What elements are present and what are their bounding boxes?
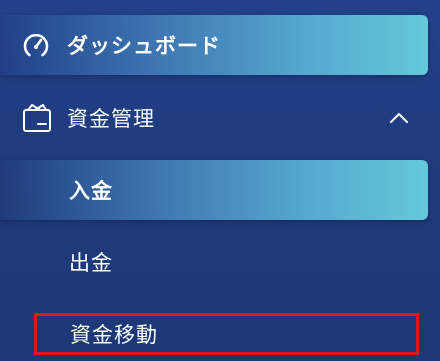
- chevron-up-icon[interactable]: [388, 108, 410, 128]
- sidebar-subitem-transfer[interactable]: 資金移動: [34, 313, 419, 355]
- sidebar-subitem-deposit[interactable]: 入金: [0, 160, 428, 220]
- sidebar-item-label: ダッシュボード: [67, 34, 221, 58]
- gauge-icon: [23, 33, 49, 57]
- sidebar-subitem-label: 資金移動: [70, 323, 158, 347]
- sidebar-item-label: 資金管理: [67, 107, 155, 131]
- sidebar-subitem-label: 入金: [69, 179, 113, 203]
- wallet-icon: [23, 104, 51, 132]
- sidebar-subitem-label: 出金: [69, 251, 113, 275]
- sidebar-item-dashboard[interactable]: ダッシュボード: [0, 15, 428, 75]
- sidebar-item-funds[interactable]: 資金管理: [0, 88, 428, 148]
- sidebar-nav: ダッシュボード 資金管理 入金 出金 資金移動: [0, 0, 440, 361]
- sidebar-subitem-withdraw[interactable]: 出金: [0, 232, 428, 292]
